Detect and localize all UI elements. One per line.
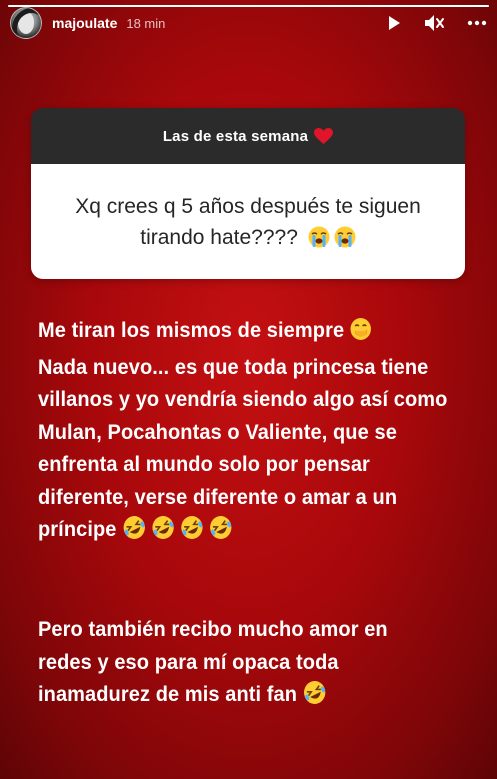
question-line-2: tirando hate???? [140,225,298,249]
avatar[interactable] [10,7,42,39]
answer-line-10: inamadurez de mis anti fan [38,682,298,706]
play-icon[interactable] [387,15,401,31]
answer-line: príncipe [38,513,466,550]
answer-line-8: Pero también recibo mucho amor en [38,617,388,641]
muted-speaker-icon[interactable] [423,13,445,33]
red-heart-emoji [314,127,334,145]
answer-line-4: Mulan, Pocahontas o Valiente, que se [38,419,397,444]
answer-line: inamadurez de mis anti fan [38,678,466,715]
rolling-on-floor-laughing-emoji [123,516,145,539]
answer-paragraph-1: Me tiran los mismos de siempre Nada nuev… [38,314,466,550]
face-with-hand-over-mouth-emoji [350,317,372,351]
answer-paragraph-2: Pero también recibo mucho amor en redes … [38,613,466,715]
question-sticker-title: Las de esta semana [162,127,309,145]
header-actions [387,13,487,33]
story-progress-bar [8,5,489,7]
username[interactable]: majoulate [52,15,117,31]
rofl-emojis [122,515,232,550]
more-options-icon[interactable] [467,20,487,26]
rolling-on-floor-laughing-emoji [180,516,203,539]
answer-line-3: villanos y yo vendría siendo algo así co… [38,387,448,411]
loudly-crying-emoji [334,226,356,247]
answer-line-2: Nada nuevo... es que toda princesa tiene [38,354,429,379]
answer-line-9: redes y eso para mí opaca toda [38,649,339,674]
answer-line: Me tiran los mismos de siempre [38,314,466,351]
question-sticker: Las de esta semana Xq crees q 5 años des… [31,108,465,279]
rolling-on-floor-laughing-emoji [152,516,174,539]
timestamp: 18 min [126,15,166,31]
story-progress-fill [8,5,489,7]
question-sticker-header: Las de esta semana [31,108,465,164]
answer-line-5: enfrenta al mundo solo por pensar [38,452,370,476]
question-line-1: Xq crees q 5 años después te siguen [75,194,421,218]
answer-line-6: diferente, verse diferente o amar a un [38,484,398,509]
rolling-on-floor-laughing-emoji [303,680,326,715]
answer-line-7: príncipe [38,517,117,541]
crying-emojis [308,226,356,248]
answer-line-1: Me tiran los mismos de siempre [38,318,345,342]
question-text: Xq crees q 5 años después te siguen tira… [31,164,465,279]
loudly-crying-emoji [308,226,330,247]
story-header: majoulate 18 min [10,7,487,39]
rolling-on-floor-laughing-emoji [209,516,232,539]
